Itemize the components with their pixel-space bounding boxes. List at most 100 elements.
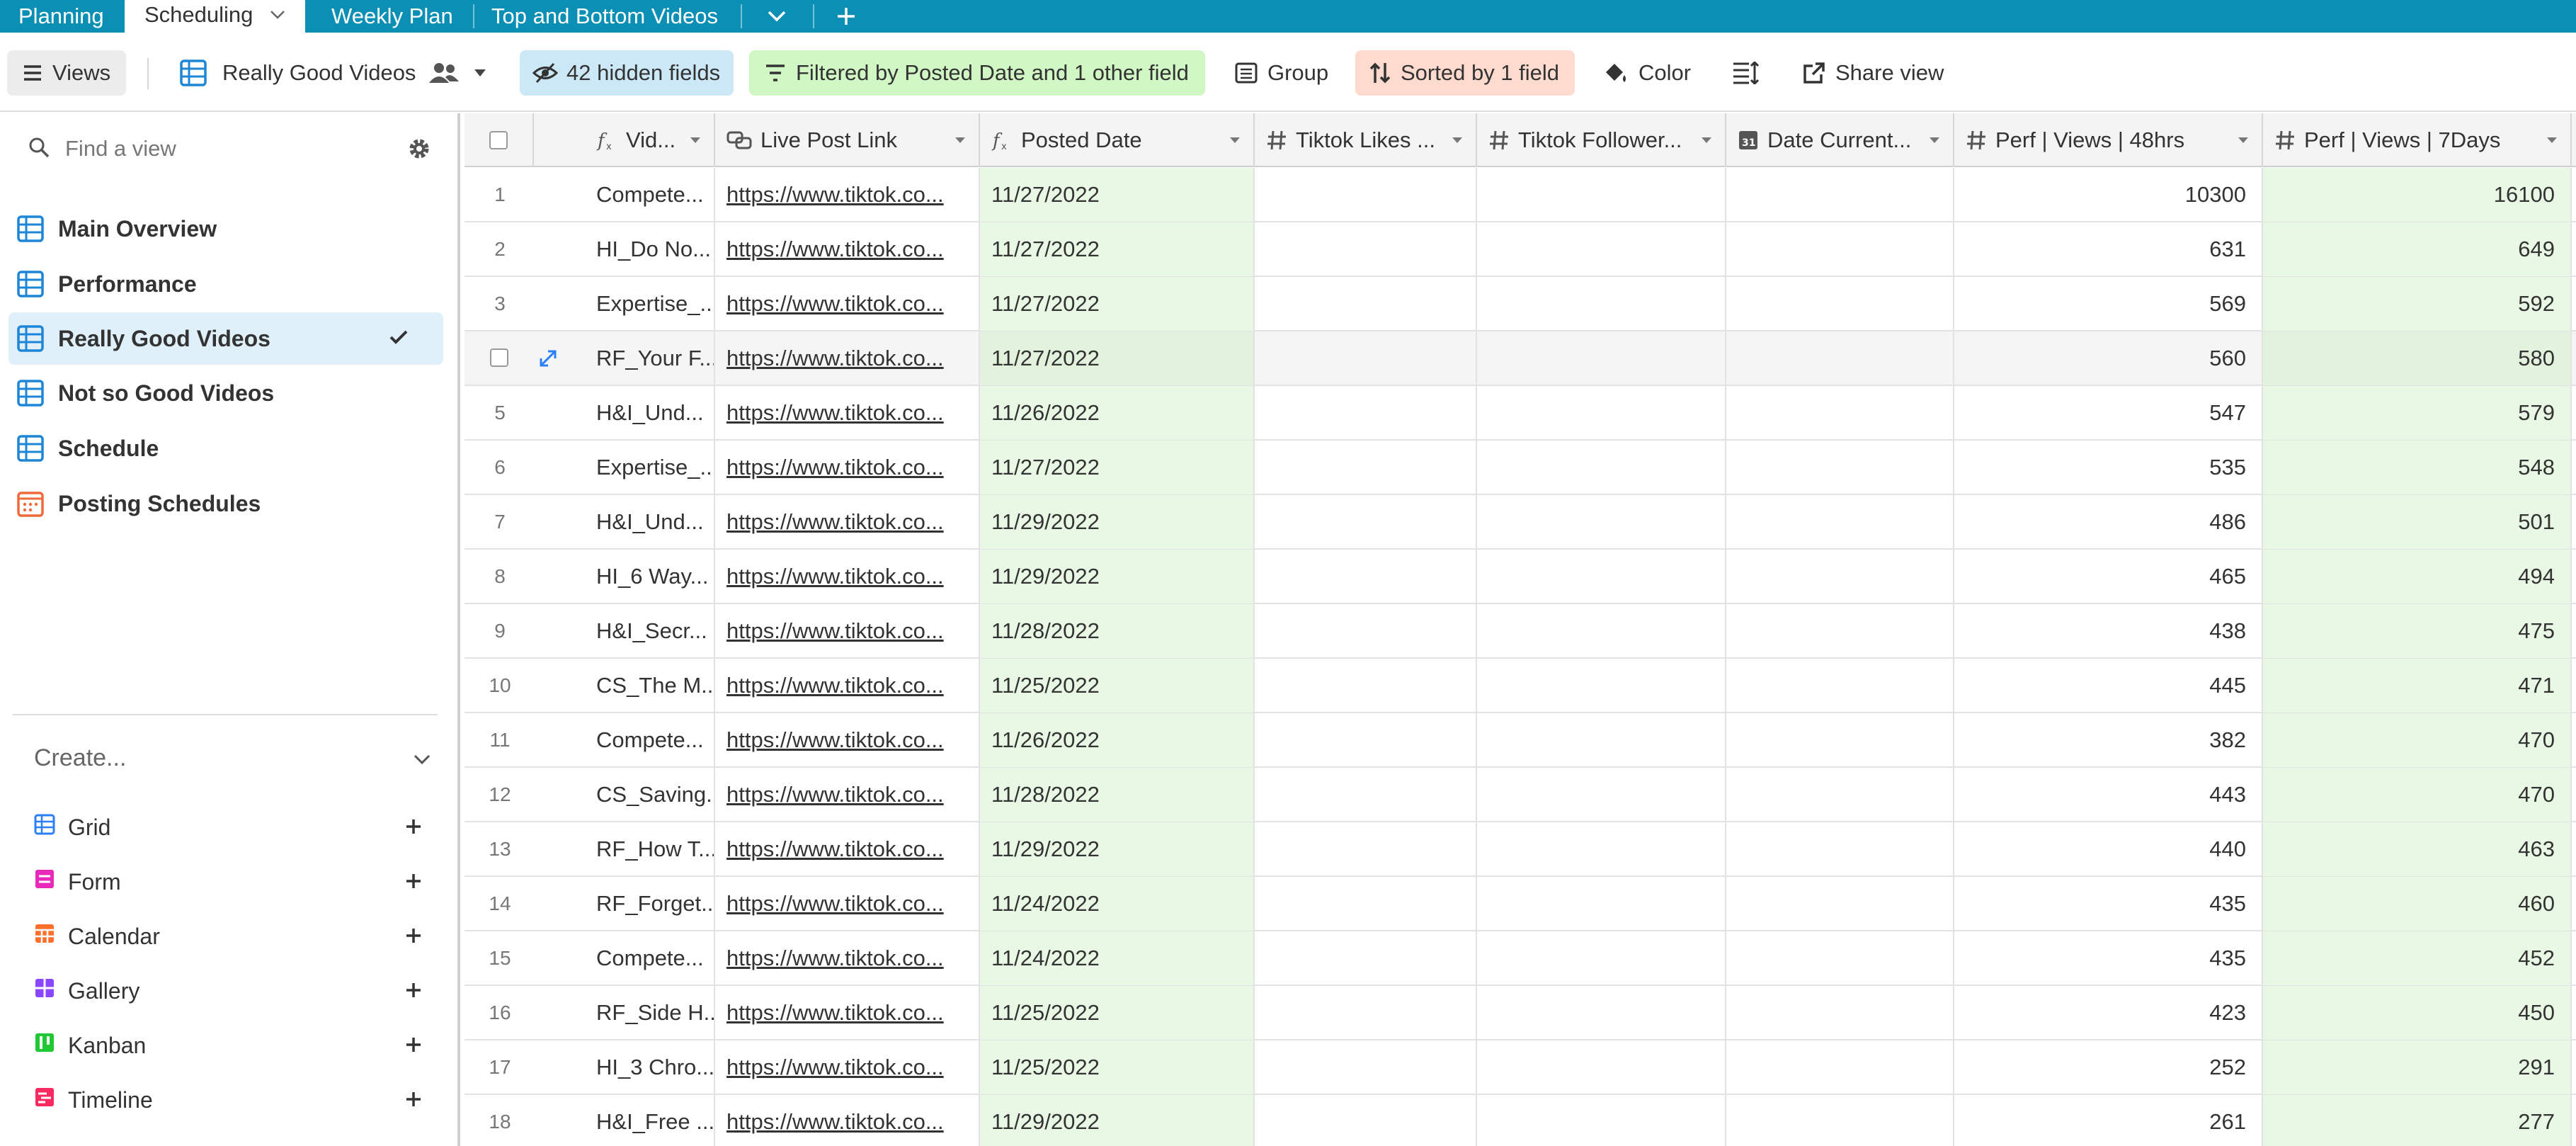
table-row[interactable]: 12 CS_Saving... https://www.tiktok.co... 11…: [465, 768, 2576, 822]
table-row[interactable]: RF_Your F... https://www.tiktok.co... 11/2…: [465, 331, 2576, 386]
table-row[interactable]: 6 Expertise_... https://www.tiktok.co... 11…: [465, 441, 2576, 495]
table-row[interactable]: 1 Compete... https://www.tiktok.co... 11/27…: [465, 168, 2576, 222]
cell-live-post-link[interactable]: https://www.tiktok.co...: [715, 331, 980, 385]
caret-down-icon[interactable]: [2238, 137, 2249, 144]
column-header-video[interactable]: fx Vid...: [585, 113, 715, 167]
plus-icon[interactable]: [405, 815, 422, 841]
color-button[interactable]: Color: [1603, 50, 1691, 96]
grid-icon: [8, 271, 58, 297]
create-gallery-view[interactable]: Gallery: [34, 966, 422, 1016]
sidebar-view-posting-schedules[interactable]: Posting Schedules: [8, 477, 443, 530]
chevron-down-icon[interactable]: [270, 10, 285, 20]
cell-live-post-link[interactable]: https://www.tiktok.co...: [715, 168, 980, 222]
cell-live-post-link[interactable]: https://www.tiktok.co...: [715, 1095, 980, 1146]
create-grid-view[interactable]: Grid: [34, 802, 422, 852]
table-row[interactable]: 5 H&I_Und... https://www.tiktok.co... 11/26…: [465, 386, 2576, 441]
table-row[interactable]: 11 Compete... https://www.tiktok.co... 11/2…: [465, 713, 2576, 768]
cell-tiktok-followers: [1477, 495, 1726, 549]
cell-live-post-link[interactable]: https://www.tiktok.co...: [715, 604, 980, 658]
column-header-live-post-link[interactable]: Live Post Link: [715, 113, 980, 167]
cell-live-post-link[interactable]: https://www.tiktok.co...: [715, 822, 980, 876]
cell-live-post-link[interactable]: https://www.tiktok.co...: [715, 1040, 980, 1094]
row-checkbox[interactable]: [490, 348, 508, 367]
caret-down-icon[interactable]: [690, 137, 701, 144]
group-button[interactable]: Group: [1235, 50, 1328, 96]
row-number: 17: [489, 1056, 511, 1078]
cell-live-post-link[interactable]: https://www.tiktok.co...: [715, 713, 980, 767]
tab-top-and-bottom-videos[interactable]: Top and Bottom Videos: [491, 0, 718, 33]
create-form-view[interactable]: Form: [34, 857, 422, 907]
more-tables-chevron-icon[interactable]: [766, 0, 787, 33]
plus-icon[interactable]: [405, 1033, 422, 1059]
tab-divider: [813, 4, 814, 28]
cell-live-post-link[interactable]: https://www.tiktok.co...: [715, 550, 980, 603]
caret-down-icon[interactable]: [2546, 137, 2558, 144]
table-row[interactable]: 14 RF_Forget... https://www.tiktok.co... 11…: [465, 877, 2576, 931]
cell-tiktok-likes: [1255, 877, 1477, 931]
column-header-perf-views-7days[interactable]: Perf | Views | 7Days: [2263, 113, 2572, 167]
hidden-fields-button[interactable]: 42 hidden fields: [520, 50, 734, 96]
plus-icon[interactable]: [405, 869, 422, 895]
sidebar-view-label: Schedule: [58, 435, 159, 461]
column-header-tiktok-followers[interactable]: Tiktok Follower...: [1477, 113, 1726, 167]
table-row[interactable]: 9 H&I_Secr... https://www.tiktok.co... 11/2…: [465, 604, 2576, 659]
cell-tiktok-followers: [1477, 659, 1726, 713]
cell-live-post-link[interactable]: https://www.tiktok.co...: [715, 386, 980, 440]
sidebar-view-main-overview[interactable]: Main Overview: [8, 203, 443, 255]
filter-button[interactable]: Filtered by Posted Date and 1 other fiel…: [749, 50, 1205, 96]
create-kanban-view[interactable]: Kanban: [34, 1021, 422, 1070]
views-button[interactable]: Views: [7, 50, 126, 96]
column-header-perf-views-48hrs[interactable]: Perf | Views | 48hrs: [1954, 113, 2263, 167]
sidebar-view-not-so-good-videos[interactable]: Not so Good Videos: [8, 367, 443, 419]
caret-down-icon[interactable]: [954, 137, 966, 144]
cell-live-post-link[interactable]: https://www.tiktok.co...: [715, 277, 980, 331]
share-view-button[interactable]: Share view: [1803, 50, 1944, 96]
caret-down-icon[interactable]: [1229, 137, 1241, 144]
table-row[interactable]: 17 HI_3 Chro... https://www.tiktok.co... 11…: [465, 1040, 2576, 1095]
column-header-posted-date[interactable]: fx Posted Date: [980, 113, 1255, 167]
sidebar-view-schedule[interactable]: Schedule: [8, 422, 443, 475]
table-row[interactable]: 7 H&I_Und... https://www.tiktok.co... 11/29…: [465, 495, 2576, 550]
cell-live-post-link[interactable]: https://www.tiktok.co...: [715, 768, 980, 822]
cell-live-post-link[interactable]: https://www.tiktok.co...: [715, 877, 980, 931]
table-row[interactable]: 2 HI_Do No... https://www.tiktok.co... 11/2…: [465, 222, 2576, 277]
caret-down-icon[interactable]: [1929, 137, 1940, 144]
table-row[interactable]: 18 H&I_Free ... https://www.tiktok.co... 11…: [465, 1095, 2576, 1146]
table-row[interactable]: 16 RF_Side H... https://www.tiktok.co... 11…: [465, 986, 2576, 1040]
create-calendar-view[interactable]: Calendar: [34, 912, 422, 961]
cell-live-post-link[interactable]: https://www.tiktok.co...: [715, 986, 980, 1040]
column-header-date-current[interactable]: 31 Date Current...: [1726, 113, 1954, 167]
sort-button[interactable]: Sorted by 1 field: [1355, 50, 1575, 96]
cell-live-post-link[interactable]: https://www.tiktok.co...: [715, 659, 980, 713]
plus-icon[interactable]: [405, 1087, 422, 1113]
table-row[interactable]: 8 HI_6 Way... https://www.tiktok.co... 11/2…: [465, 550, 2576, 604]
caret-down-icon[interactable]: [1452, 137, 1463, 144]
tab-scheduling[interactable]: Scheduling: [125, 0, 306, 33]
sidebar-view-really-good-videos[interactable]: Really Good Videos: [8, 312, 443, 365]
gear-icon[interactable]: [408, 137, 431, 164]
plus-icon[interactable]: [405, 978, 422, 1004]
tab-planning[interactable]: Planning: [18, 0, 104, 33]
cell-live-post-link[interactable]: https://www.tiktok.co...: [715, 495, 980, 549]
add-table-plus-icon[interactable]: [836, 0, 857, 33]
sidebar-view-performance[interactable]: Performance: [8, 258, 443, 310]
caret-down-icon[interactable]: [1701, 137, 1712, 144]
tab-weekly-plan[interactable]: Weekly Plan: [331, 0, 453, 33]
plus-icon[interactable]: [405, 924, 422, 950]
table-row[interactable]: 15 Compete... https://www.tiktok.co... 11/2…: [465, 931, 2576, 986]
table-row[interactable]: 10 CS_The M... https://www.tiktok.co... 11/…: [465, 659, 2576, 713]
cell-live-post-link[interactable]: https://www.tiktok.co...: [715, 441, 980, 494]
table-row[interactable]: 3 Expertise_... https://www.tiktok.co... 11…: [465, 277, 2576, 331]
view-switcher[interactable]: Really Good Videos: [180, 50, 486, 96]
create-timeline-view[interactable]: Timeline: [34, 1075, 422, 1125]
cell-live-post-link[interactable]: https://www.tiktok.co...: [715, 931, 980, 985]
column-header-tiktok-likes[interactable]: Tiktok Likes ...: [1255, 113, 1477, 167]
create-view-section-toggle[interactable]: Create...: [34, 737, 431, 779]
select-all-checkbox[interactable]: [489, 131, 508, 149]
table-row[interactable]: 13 RF_How T... https://www.tiktok.co... 11/…: [465, 822, 2576, 877]
cell-live-post-link[interactable]: https://www.tiktok.co...: [715, 222, 980, 276]
find-view-placeholder[interactable]: Find a view: [65, 136, 176, 161]
expand-record-icon[interactable]: [538, 348, 558, 373]
find-view-search[interactable]: Find a view: [13, 126, 446, 171]
row-height-button[interactable]: [1732, 50, 1759, 96]
